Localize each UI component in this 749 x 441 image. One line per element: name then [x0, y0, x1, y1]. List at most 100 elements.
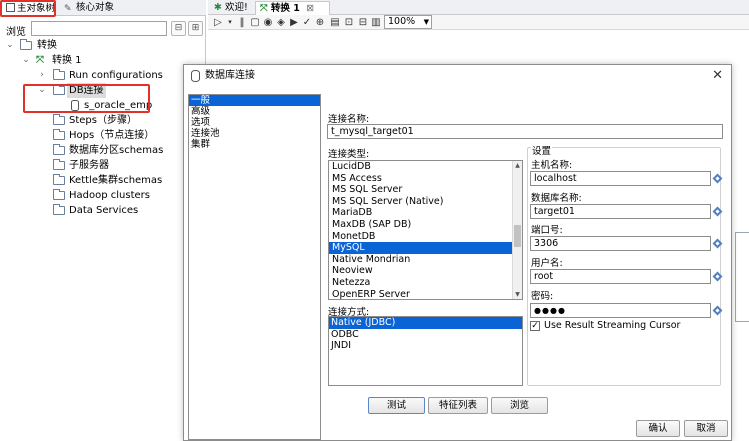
run-dropdown-icon[interactable]: ▾: [224, 16, 236, 29]
spoon-icon: ✱: [214, 2, 222, 13]
cancel-button[interactable]: 取消: [684, 420, 728, 437]
close-tab-icon[interactable]: ⊠: [306, 3, 314, 14]
tree-root[interactable]: ⌄ 转换: [0, 38, 200, 53]
type-item-selected[interactable]: MySQL: [329, 242, 522, 254]
type-item[interactable]: Neoview: [329, 265, 522, 277]
tree-cluster-schemas-label: Kettle集群schemas: [69, 175, 163, 186]
tree-partition-schemas[interactable]: 数据库分区schemas: [0, 143, 200, 158]
show-results-icon[interactable]: ⊟: [357, 16, 369, 29]
database-connection-dialog: 数据库连接 ✕ 一般 高级 选项 连接池 集群 连接名称: t_mysql_ta…: [183, 64, 732, 441]
tree-hadoop-clusters[interactable]: Hadoop clusters: [0, 188, 200, 203]
sql-icon[interactable]: ▤: [329, 16, 341, 29]
ok-button[interactable]: 确认: [636, 420, 680, 437]
zoom-select[interactable]: 100% ▼: [384, 15, 432, 29]
tree-cluster-schemas[interactable]: Kettle集群schemas: [0, 173, 200, 188]
access-item[interactable]: ODBC: [329, 329, 522, 341]
type-item[interactable]: Native Mondrian: [329, 254, 522, 266]
collapse-all-icon[interactable]: ⊟: [171, 21, 186, 36]
verify-icon[interactable]: ✓: [301, 16, 313, 29]
scroll-up-icon[interactable]: ▲: [513, 162, 522, 169]
highlight-box-tree: [23, 84, 150, 113]
search-label: 浏览: [6, 27, 26, 38]
connection-type-label: 连接类型:: [328, 149, 370, 160]
type-item[interactable]: Netezza: [329, 277, 522, 289]
type-item[interactable]: MS SQL Server (Native): [329, 196, 522, 208]
preview-icon[interactable]: ◉: [262, 16, 274, 29]
dbname-label: 数据库名称:: [531, 193, 582, 204]
access-method-list[interactable]: Native (JDBC) ODBC JNDI: [328, 316, 523, 386]
stop-icon[interactable]: ▢: [249, 16, 261, 29]
connection-name-input[interactable]: t_mysql_target01: [327, 124, 723, 139]
user-input[interactable]: root: [530, 269, 711, 284]
type-item[interactable]: MS SQL Server: [329, 184, 522, 196]
tree-root-label: 转换: [37, 40, 57, 51]
tree-hadoop-clusters-label: Hadoop clusters: [69, 190, 150, 201]
tree-transformation[interactable]: ⌄ ⤧ 转换 1: [0, 53, 200, 68]
host-label: 主机名称:: [531, 160, 573, 171]
tree-run-configurations[interactable]: › Run configurations: [0, 68, 200, 83]
left-panel: 主对象树 ✎ 核心对象 浏览 ⊟ ⊞ ⌄ 转换 ⌄ ⤧ 转换 1 › Run co…: [0, 0, 206, 441]
tree-data-services[interactable]: Data Services: [0, 203, 200, 218]
tree-slave-servers[interactable]: 子服务器: [0, 158, 200, 173]
test-button[interactable]: 测试: [368, 397, 425, 414]
type-item[interactable]: MonetDB: [329, 231, 522, 243]
folder-icon: [53, 114, 65, 125]
folder-icon: [53, 174, 65, 185]
explore-button[interactable]: 浏览: [491, 397, 548, 414]
folder-icon: [53, 189, 65, 200]
replay-icon[interactable]: ▶: [288, 16, 300, 29]
tree-hops-label: Hops（节点连接）: [69, 130, 155, 141]
feature-list-button[interactable]: 特征列表: [428, 397, 488, 414]
debug-icon[interactable]: ◈: [275, 16, 287, 29]
explore-db-icon[interactable]: ⊡: [343, 16, 355, 29]
category-pooling[interactable]: 连接池: [189, 128, 320, 139]
connection-type-list[interactable]: LucidDB MS Access MS SQL Server MS SQL S…: [328, 160, 523, 300]
category-general[interactable]: 一般: [189, 95, 320, 106]
editor-tabbar: ✱ 欢迎! ⤧ 转换 1 ⊠: [208, 0, 749, 15]
password-input[interactable]: ●●●●: [530, 303, 711, 318]
expand-all-icon[interactable]: ⊞: [188, 21, 203, 36]
host-input[interactable]: localhost: [530, 171, 711, 186]
scrollbar-thumb[interactable]: [514, 225, 521, 247]
tab-core-objects[interactable]: ✎ 核心对象: [60, 1, 120, 16]
chevron-down-icon[interactable]: ⌄: [21, 53, 31, 68]
editor-toolbar: ▷ ▾ ‖ ▢ ◉ ◈ ▶ ✓ ⊕ ▤ ⊡ ⊟ ▥ 100% ▼: [208, 15, 749, 30]
type-list-scrollbar[interactable]: ▲ ▼: [512, 161, 522, 299]
search-input[interactable]: [31, 21, 167, 36]
align-icon[interactable]: ▥: [370, 16, 382, 29]
type-item[interactable]: MaxDB (SAP DB): [329, 219, 522, 231]
type-item[interactable]: MariaDB: [329, 207, 522, 219]
tree-partition-schemas-label: 数据库分区schemas: [69, 145, 164, 156]
tab-welcome[interactable]: ✱ 欢迎!: [210, 1, 250, 15]
tab-transformation[interactable]: ⤧ 转换 1 ⊠: [255, 1, 330, 15]
access-item-selected[interactable]: Native (JDBC): [329, 317, 522, 329]
user-label: 用户名:: [531, 258, 563, 269]
category-options[interactable]: 选项: [189, 117, 320, 128]
chevron-down-icon[interactable]: ⌄: [5, 38, 15, 53]
settings-label: 设置: [531, 143, 553, 157]
run-icon[interactable]: ▷: [212, 16, 224, 29]
category-advanced[interactable]: 高级: [189, 106, 320, 117]
pause-icon[interactable]: ‖: [236, 16, 248, 29]
connection-name-label: 连接名称:: [328, 114, 370, 125]
type-item[interactable]: MS Access: [329, 173, 522, 185]
access-item[interactable]: JNDI: [329, 340, 522, 352]
port-input[interactable]: 3306: [530, 236, 711, 251]
database-icon: [191, 70, 200, 82]
tree-steps[interactable]: Steps（步骤）: [0, 113, 200, 128]
tab-transformation-label: 转换 1: [270, 3, 300, 14]
search-row: 浏览 ⊟ ⊞: [0, 20, 206, 38]
tree-hops[interactable]: Hops（节点连接）: [0, 128, 200, 143]
chevron-right-icon[interactable]: ›: [37, 68, 47, 83]
category-clustering[interactable]: 集群: [189, 139, 320, 150]
impact-icon[interactable]: ⊕: [314, 16, 326, 29]
type-item[interactable]: LucidDB: [329, 161, 522, 173]
tree-run-configurations-label: Run configurations: [69, 70, 163, 81]
close-icon[interactable]: ✕: [712, 65, 723, 86]
streaming-checkbox[interactable]: ✓: [530, 321, 540, 331]
folder-icon: [53, 144, 65, 155]
scroll-down-icon[interactable]: ▼: [513, 291, 522, 298]
type-item[interactable]: OpenERP Server: [329, 289, 522, 299]
tree-transformation-label: 转换 1: [52, 55, 82, 66]
dbname-input[interactable]: target01: [530, 204, 711, 219]
